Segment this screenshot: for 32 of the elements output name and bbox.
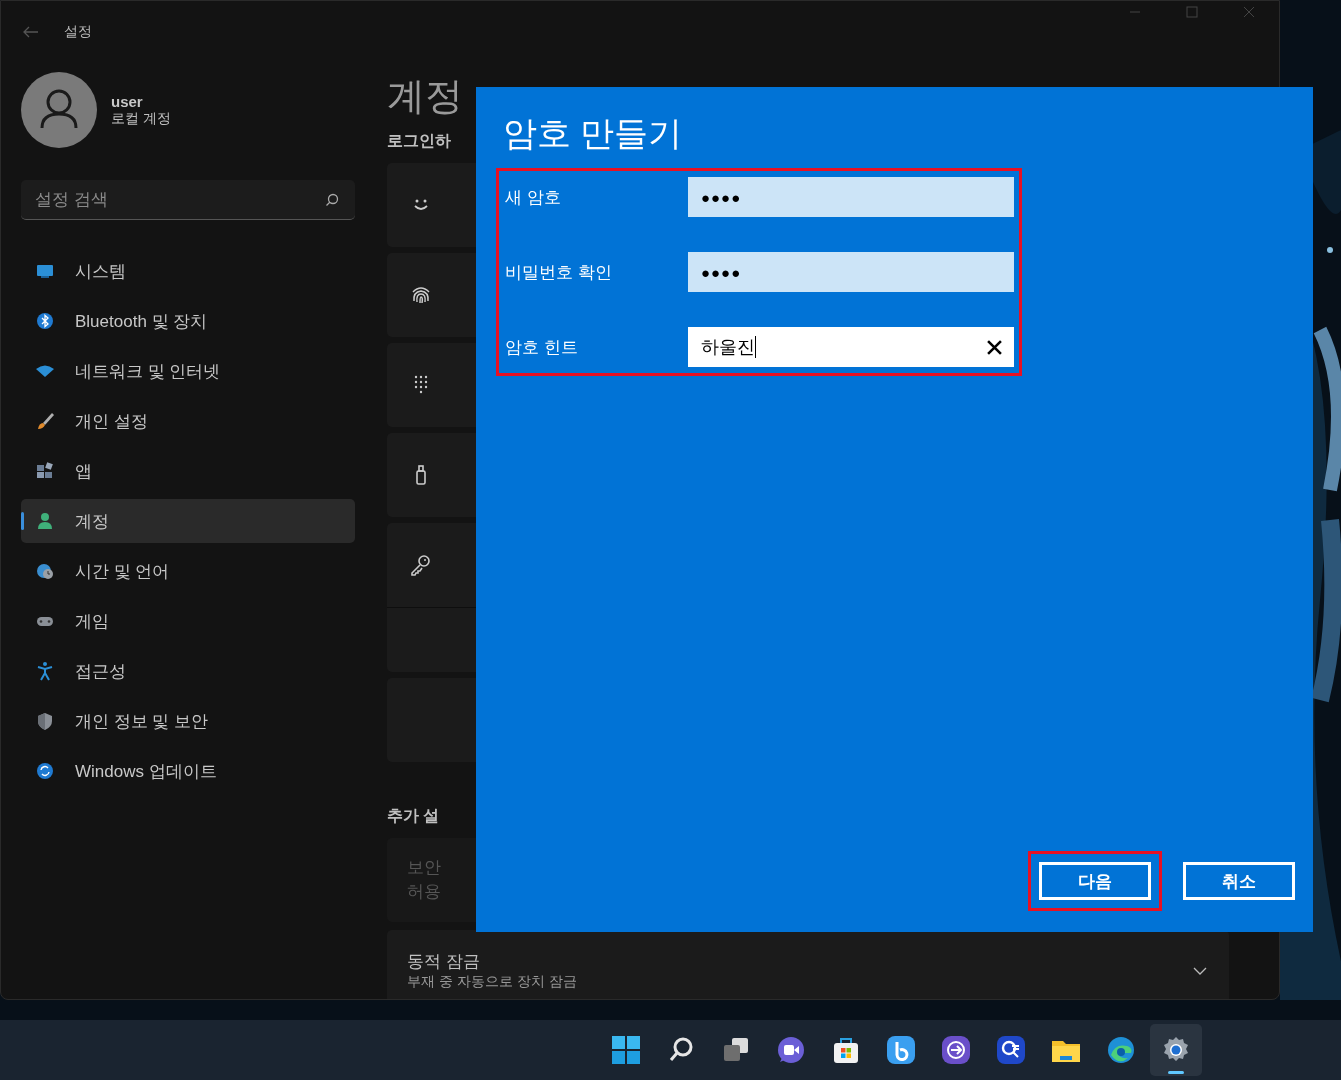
nav-item[interactable]: 네트워크 및 인터넷: [21, 349, 355, 393]
field-label: 새 암호: [505, 186, 562, 209]
password-field[interactable]: ●●●●: [688, 177, 1014, 217]
search-field[interactable]: 설정 검색: [21, 180, 355, 220]
dialog-title: 암호 만들기: [503, 113, 683, 154]
window-title: 설정: [64, 23, 92, 41]
section-heading: 로그인하: [387, 131, 451, 151]
input-field[interactable]: 하울진: [688, 327, 1014, 367]
cancel-button[interactable]: 취소: [1183, 862, 1295, 900]
nav-item[interactable]: 앱: [21, 449, 355, 493]
next-button[interactable]: 다음: [1039, 862, 1151, 900]
card-text: 보안: [407, 857, 441, 879]
page-heading: 계정: [387, 74, 463, 119]
nav-item[interactable]: Bluetooth 및 장치: [21, 299, 355, 343]
user-name: user: [111, 92, 144, 110]
section-heading: 추가 설: [387, 806, 440, 826]
dynamic-lock-card[interactable]: 동적 잠금 부재 중 자동으로 장치 잠금: [387, 930, 1229, 999]
card-description: 부재 중 자동으로 장치 잠금: [407, 973, 577, 991]
account-type: 로컬 계정: [111, 109, 171, 128]
nav-item[interactable]: 개인 정보 및 보안: [21, 699, 355, 743]
nav-item[interactable]: 시스템: [21, 249, 355, 293]
password-field[interactable]: ●●●●: [688, 252, 1014, 292]
field-label: 암호 힌트: [505, 336, 579, 359]
nav-item[interactable]: 게임: [21, 599, 355, 643]
nav-item[interactable]: Windows 업데이트: [21, 749, 355, 793]
card-title: 동적 잠금: [407, 951, 481, 973]
nav-item[interactable]: 개인 설정: [21, 399, 355, 443]
card-text: 허용: [407, 881, 441, 903]
nav-item[interactable]: 접근성: [21, 649, 355, 693]
field-label: 비밀번호 확인: [505, 261, 613, 284]
nav-item[interactable]: 계정: [21, 499, 355, 543]
nav-item[interactable]: 시간 및 언어: [21, 549, 355, 593]
